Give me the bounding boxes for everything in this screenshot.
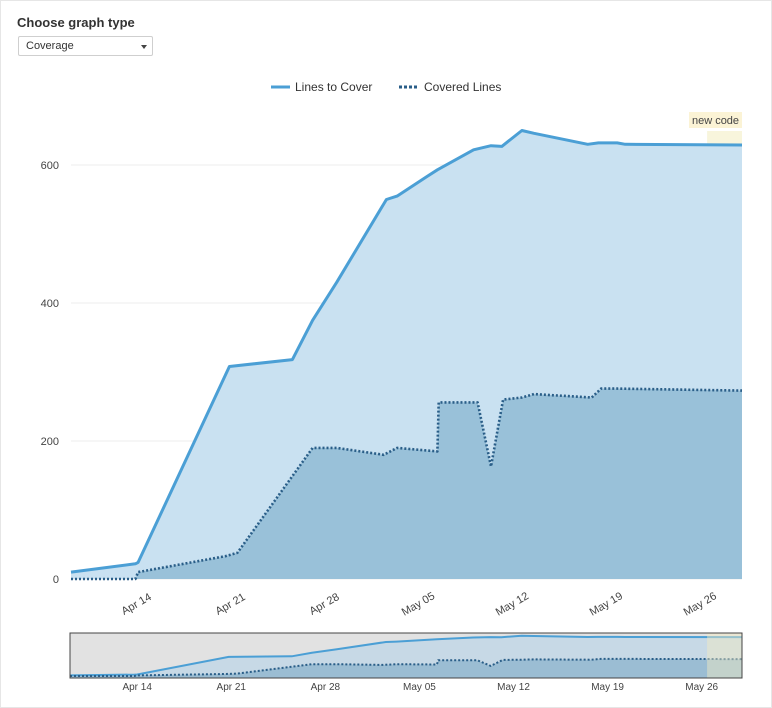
navigator-new-code-band (707, 633, 742, 678)
x-axis-ticks: Apr 14 Apr 21 Apr 28 May 05 May 12 May 19 May … (120, 590, 719, 618)
x-tick-label: May 12 (494, 590, 531, 618)
range-navigator[interactable] (69, 632, 743, 679)
x-tick-label: May 26 (682, 590, 719, 618)
series-areas (71, 130, 742, 579)
legend-item-covered-lines[interactable]: Covered Lines (399, 80, 501, 94)
navigator-tick-label: May 12 (497, 682, 530, 693)
x-tick-label: Apr 14 (120, 591, 154, 618)
y-tick-label: 600 (41, 160, 59, 172)
y-tick-label: 400 (41, 298, 59, 310)
navigator-tick-label: May 19 (591, 682, 624, 693)
y-tick-label: 0 (53, 574, 59, 586)
x-tick-label: Apr 21 (214, 591, 248, 618)
navigator-tick-label: May 05 (403, 682, 436, 693)
chart-legend: Lines to Cover Covered Lines (271, 80, 501, 94)
navigator-tick-label: Apr 14 (122, 682, 152, 693)
coverage-chart: Lines to Cover Covered Lines new code 0 2… (41, 80, 743, 693)
new-code-label: new code (692, 115, 739, 127)
navigator-ticks: Apr 14 Apr 21 Apr 28 May 05 May 12 May 19 May … (122, 682, 718, 693)
y-axis-ticks: 0 200 400 600 (41, 160, 59, 586)
x-tick-label: Apr 28 (307, 591, 341, 618)
navigator-tick-label: Apr 28 (311, 682, 341, 693)
x-tick-label: May 05 (400, 590, 437, 618)
legend-label-covered-lines: Covered Lines (424, 80, 501, 94)
legend-label-lines-to-cover: Lines to Cover (295, 80, 372, 94)
navigator-tick-label: May 26 (685, 682, 718, 693)
legend-item-lines-to-cover[interactable]: Lines to Cover (271, 80, 372, 94)
navigator-tick-label: Apr 21 (217, 682, 247, 693)
y-tick-label: 200 (41, 436, 59, 448)
x-tick-label: May 19 (588, 590, 625, 618)
